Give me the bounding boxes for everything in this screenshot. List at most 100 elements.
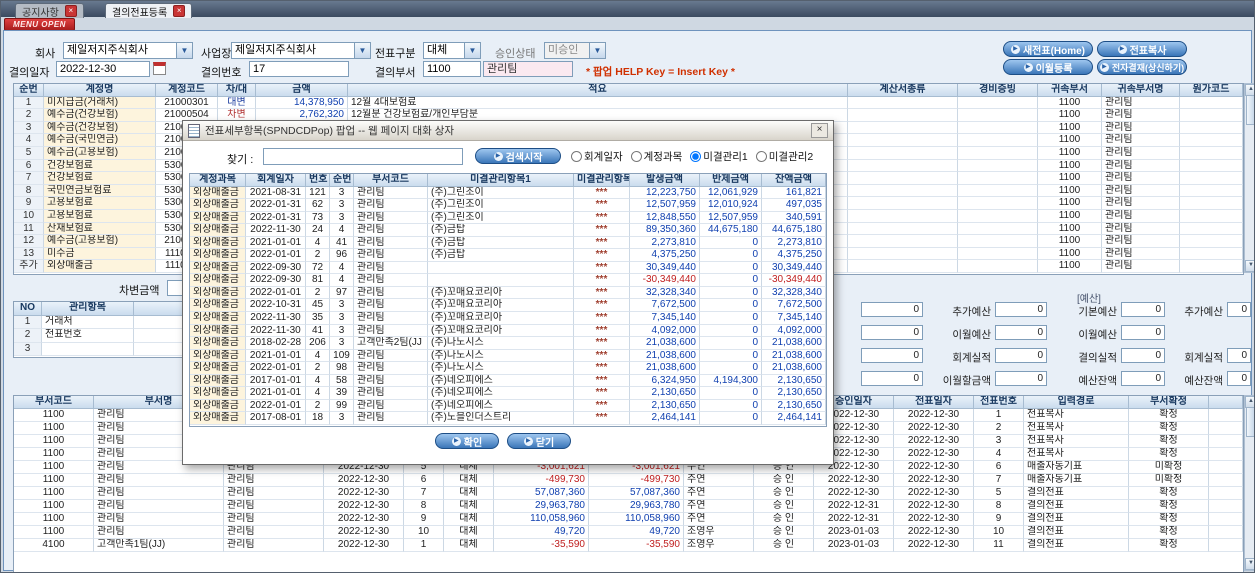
- radio-input[interactable]: [630, 151, 642, 162]
- cell: 2022-12-30: [894, 526, 974, 539]
- cell: [1180, 121, 1243, 135]
- table-row[interactable]: 외상매출금 2022-11-30 41 3 관리팀 (주)꼬매요코리아 *** 4,092,0…: [190, 324, 826, 338]
- table-row[interactable]: 외상매출금 2022-01-01 2 99 관리팀 (주)네오피에스 *** 2,130,65…: [190, 399, 826, 413]
- cell: 12,507,959: [630, 199, 700, 212]
- cell: [848, 209, 958, 223]
- cell: (주)노블인더스트리: [428, 412, 574, 425]
- cell: 24: [306, 224, 330, 237]
- table-row[interactable]: 외상매출금 2021-08-31 121 3 관리팀 (주)그린조이 *** 12,223,7…: [190, 186, 826, 200]
- radio-option-accounting-date[interactable]: 회계일자: [571, 149, 623, 164]
- tab-notice[interactable]: 공지사항 ×: [15, 3, 84, 19]
- scrollbar-thumb[interactable]: [1246, 407, 1254, 437]
- cell: 4: [306, 236, 330, 250]
- table-row[interactable]: 외상매출금 2022-01-01 2 98 관리팀 (주)나노시스 *** 21,038,60…: [190, 362, 826, 375]
- cell: 예수금(건강보험): [44, 109, 156, 122]
- table-row[interactable]: 1100 관리팀 관리팀 2022-12-30 9 대체 110,058,960 110,05…: [14, 513, 1243, 526]
- e-approval-button[interactable]: ▶ 전자결재(상신하기): [1097, 59, 1187, 75]
- carryover-button[interactable]: ▶ 이월등록: [1003, 59, 1093, 75]
- table-row[interactable]: 4100 고객만족1팀(JJ) 관리팀 2022-12-30 1 대체 -35,590 -35…: [14, 539, 1243, 552]
- radio-input[interactable]: [571, 151, 582, 162]
- chevron-down-icon[interactable]: ▼: [176, 43, 192, 58]
- dept-code-input[interactable]: 1100: [423, 61, 481, 77]
- search-button[interactable]: ▶ 검색시작: [475, 148, 561, 164]
- cell: [958, 222, 1038, 236]
- radio-option-open-item-2[interactable]: 미결관리2: [755, 149, 813, 164]
- table-row[interactable]: 외상매출금 2022-01-01 2 97 관리팀 (주)꼬매요코리아 *** 32,328,…: [190, 286, 826, 300]
- table-row[interactable]: 외상매출금 2022-09-30 72 4 관리팀 *** 30,349,440 0 30,34…: [190, 261, 826, 275]
- cell: 2021-01-01: [246, 387, 306, 400]
- popup-close-icon[interactable]: ×: [811, 123, 828, 138]
- cell: 관리팀: [1102, 96, 1180, 110]
- main-grid-scrollbar[interactable]: ▲ ▼: [1244, 83, 1254, 273]
- scroll-down-icon[interactable]: ▼: [1245, 260, 1254, 272]
- cell: 2022-12-30: [324, 500, 404, 513]
- new-slip-button[interactable]: ▶ 새전표(Home): [1003, 41, 1093, 57]
- table-row[interactable]: 외상매출금 2018-02-28 206 3 고객만족2팀(JJ (주)나노시스 *** 21…: [190, 337, 826, 350]
- cell: 21,038,600: [630, 337, 700, 350]
- company-select[interactable]: 제일저지주식회사 ▼: [63, 42, 193, 59]
- table-row[interactable]: 외상매출금 2022-09-30 81 4 관리팀 *** -30,349,440 0 -30,…: [190, 274, 826, 287]
- cell: 12,848,550: [630, 211, 700, 225]
- slip-type-select[interactable]: 대체 ▼: [423, 42, 481, 59]
- budget-field-label: 회계실적: [952, 352, 991, 364]
- cell: 0: [700, 399, 762, 413]
- tab-slip-registration[interactable]: 결의전표등록 ×: [105, 3, 193, 19]
- cell: 예수금(건강보험): [44, 121, 156, 135]
- cell: 관리팀: [354, 186, 428, 200]
- number-input[interactable]: 17: [249, 61, 349, 77]
- cell: [958, 146, 1038, 160]
- table-row[interactable]: 1 미지급금(거래처) 21000301 대변 14,378,950 12월 4대보험료 1…: [14, 96, 1243, 110]
- table-row[interactable]: 외상매출금 2022-11-30 24 4 관리팀 (주)금탑 *** 89,350,360 4…: [190, 224, 826, 237]
- radio-input[interactable]: [690, 151, 702, 162]
- table-row[interactable]: 1100 관리팀 관리팀 2022-12-30 8 대체 29,963,780 29,963,…: [14, 500, 1243, 513]
- cell: 12월 4대보험료: [348, 96, 848, 110]
- site-select[interactable]: 제일저지주식회사 ▼: [231, 42, 371, 59]
- scrollbar-thumb[interactable]: [1246, 95, 1254, 125]
- cell: 대체: [444, 513, 494, 526]
- table-row[interactable]: 외상매출금 2022-01-01 2 96 관리팀 (주)금탑 *** 4,375,250 0 4…: [190, 249, 826, 262]
- cell: 관리팀: [354, 199, 428, 212]
- table-row[interactable]: 외상매출금 2022-01-31 62 3 관리팀 (주)그린조이 *** 12,507,95…: [190, 199, 826, 212]
- close-icon[interactable]: ×: [173, 5, 186, 17]
- bottom-grid-scrollbar[interactable]: ▲ ▼: [1244, 395, 1254, 571]
- table-row[interactable]: 외상매출금 2022-11-30 35 3 관리팀 (주)꼬매요코리아 *** 7,345,1…: [190, 312, 826, 325]
- table-row[interactable]: 외상매출금 2022-10-31 45 3 관리팀 (주)꼬매요코리아 *** 7,672,5…: [190, 299, 826, 313]
- chevron-down-icon[interactable]: ▼: [354, 43, 370, 58]
- table-row[interactable]: 외상매출금 2021-01-01 4 41 관리팀 (주)금탑 *** 2,273,810 0 2…: [190, 236, 826, 250]
- ok-button[interactable]: ▶ 확인: [435, 433, 499, 449]
- cell: 2018-02-28: [246, 337, 306, 350]
- date-input[interactable]: 2022-12-30: [56, 61, 150, 77]
- table-row[interactable]: 1100 관리팀 관리팀 2022-12-30 6 대체 -499,730 -499,730 주…: [14, 474, 1243, 487]
- table-row[interactable]: 1100 관리팀 관리팀 2022-12-30 10 대체 49,720 49,720 조영우 승…: [14, 526, 1243, 539]
- table-row[interactable]: 외상매출금 2022-01-31 73 3 관리팀 (주)그린조이 *** 12,848,55…: [190, 211, 826, 225]
- radio-option-open-item-1[interactable]: 미결관리1: [690, 149, 748, 164]
- cell: 관리팀: [1102, 134, 1180, 147]
- cell: 승 인: [754, 474, 814, 487]
- radio-label: 회계일자: [584, 151, 623, 163]
- open-item-grid[interactable]: 계정과목회계일자번호순번부서코드미결관리항목1미결관리항목2발생금액반제금액잔액…: [189, 173, 827, 427]
- cell: 7,672,500: [630, 299, 700, 313]
- table-row[interactable]: 1100 관리팀 관리팀 2022-12-30 7 대체 57,087,360 57,087,…: [14, 487, 1243, 500]
- chevron-down-icon[interactable]: ▼: [464, 43, 480, 58]
- copy-slip-button[interactable]: ▶ 전표복사: [1097, 41, 1187, 57]
- site-value: 제일저지주식회사: [235, 44, 316, 56]
- cell: 2022-01-31: [246, 211, 306, 225]
- cell: 대변: [218, 96, 256, 110]
- table-row[interactable]: 외상매출금 2021-01-01 4 109 관리팀 (주)나노시스 *** 21,038,6…: [190, 349, 826, 363]
- approval-status-select[interactable]: 미승인 ▼: [544, 42, 606, 59]
- cell: 1100: [1038, 197, 1102, 210]
- cell: 관리팀: [354, 312, 428, 325]
- close-button[interactable]: ▶ 닫기: [507, 433, 571, 449]
- table-row[interactable]: 외상매출금 2017-08-01 18 3 관리팀 (주)노블인더스트리 *** 2,464,…: [190, 412, 826, 425]
- budget-field-label: 예산잔액: [1078, 375, 1117, 387]
- close-icon[interactable]: ×: [64, 5, 77, 17]
- radio-option-account[interactable]: 계정과목: [630, 149, 682, 164]
- popup-title-bar[interactable]: 전표세부항목(SPNDCDPop) 팝업 -- 웹 페이지 대화 상자 ×: [183, 121, 833, 141]
- scroll-down-icon[interactable]: ▼: [1245, 558, 1254, 570]
- find-input[interactable]: [263, 148, 463, 165]
- calendar-icon[interactable]: [153, 62, 166, 75]
- table-row[interactable]: 외상매출금 2021-01-01 4 39 관리팀 (주)네오피에스 *** 2,130,65…: [190, 387, 826, 400]
- table-row[interactable]: 외상매출금 2017-01-01 4 58 관리팀 (주)네오피에스 *** 6,324,95…: [190, 374, 826, 388]
- column-header: 전표번호: [974, 396, 1024, 409]
- radio-input[interactable]: [755, 151, 767, 162]
